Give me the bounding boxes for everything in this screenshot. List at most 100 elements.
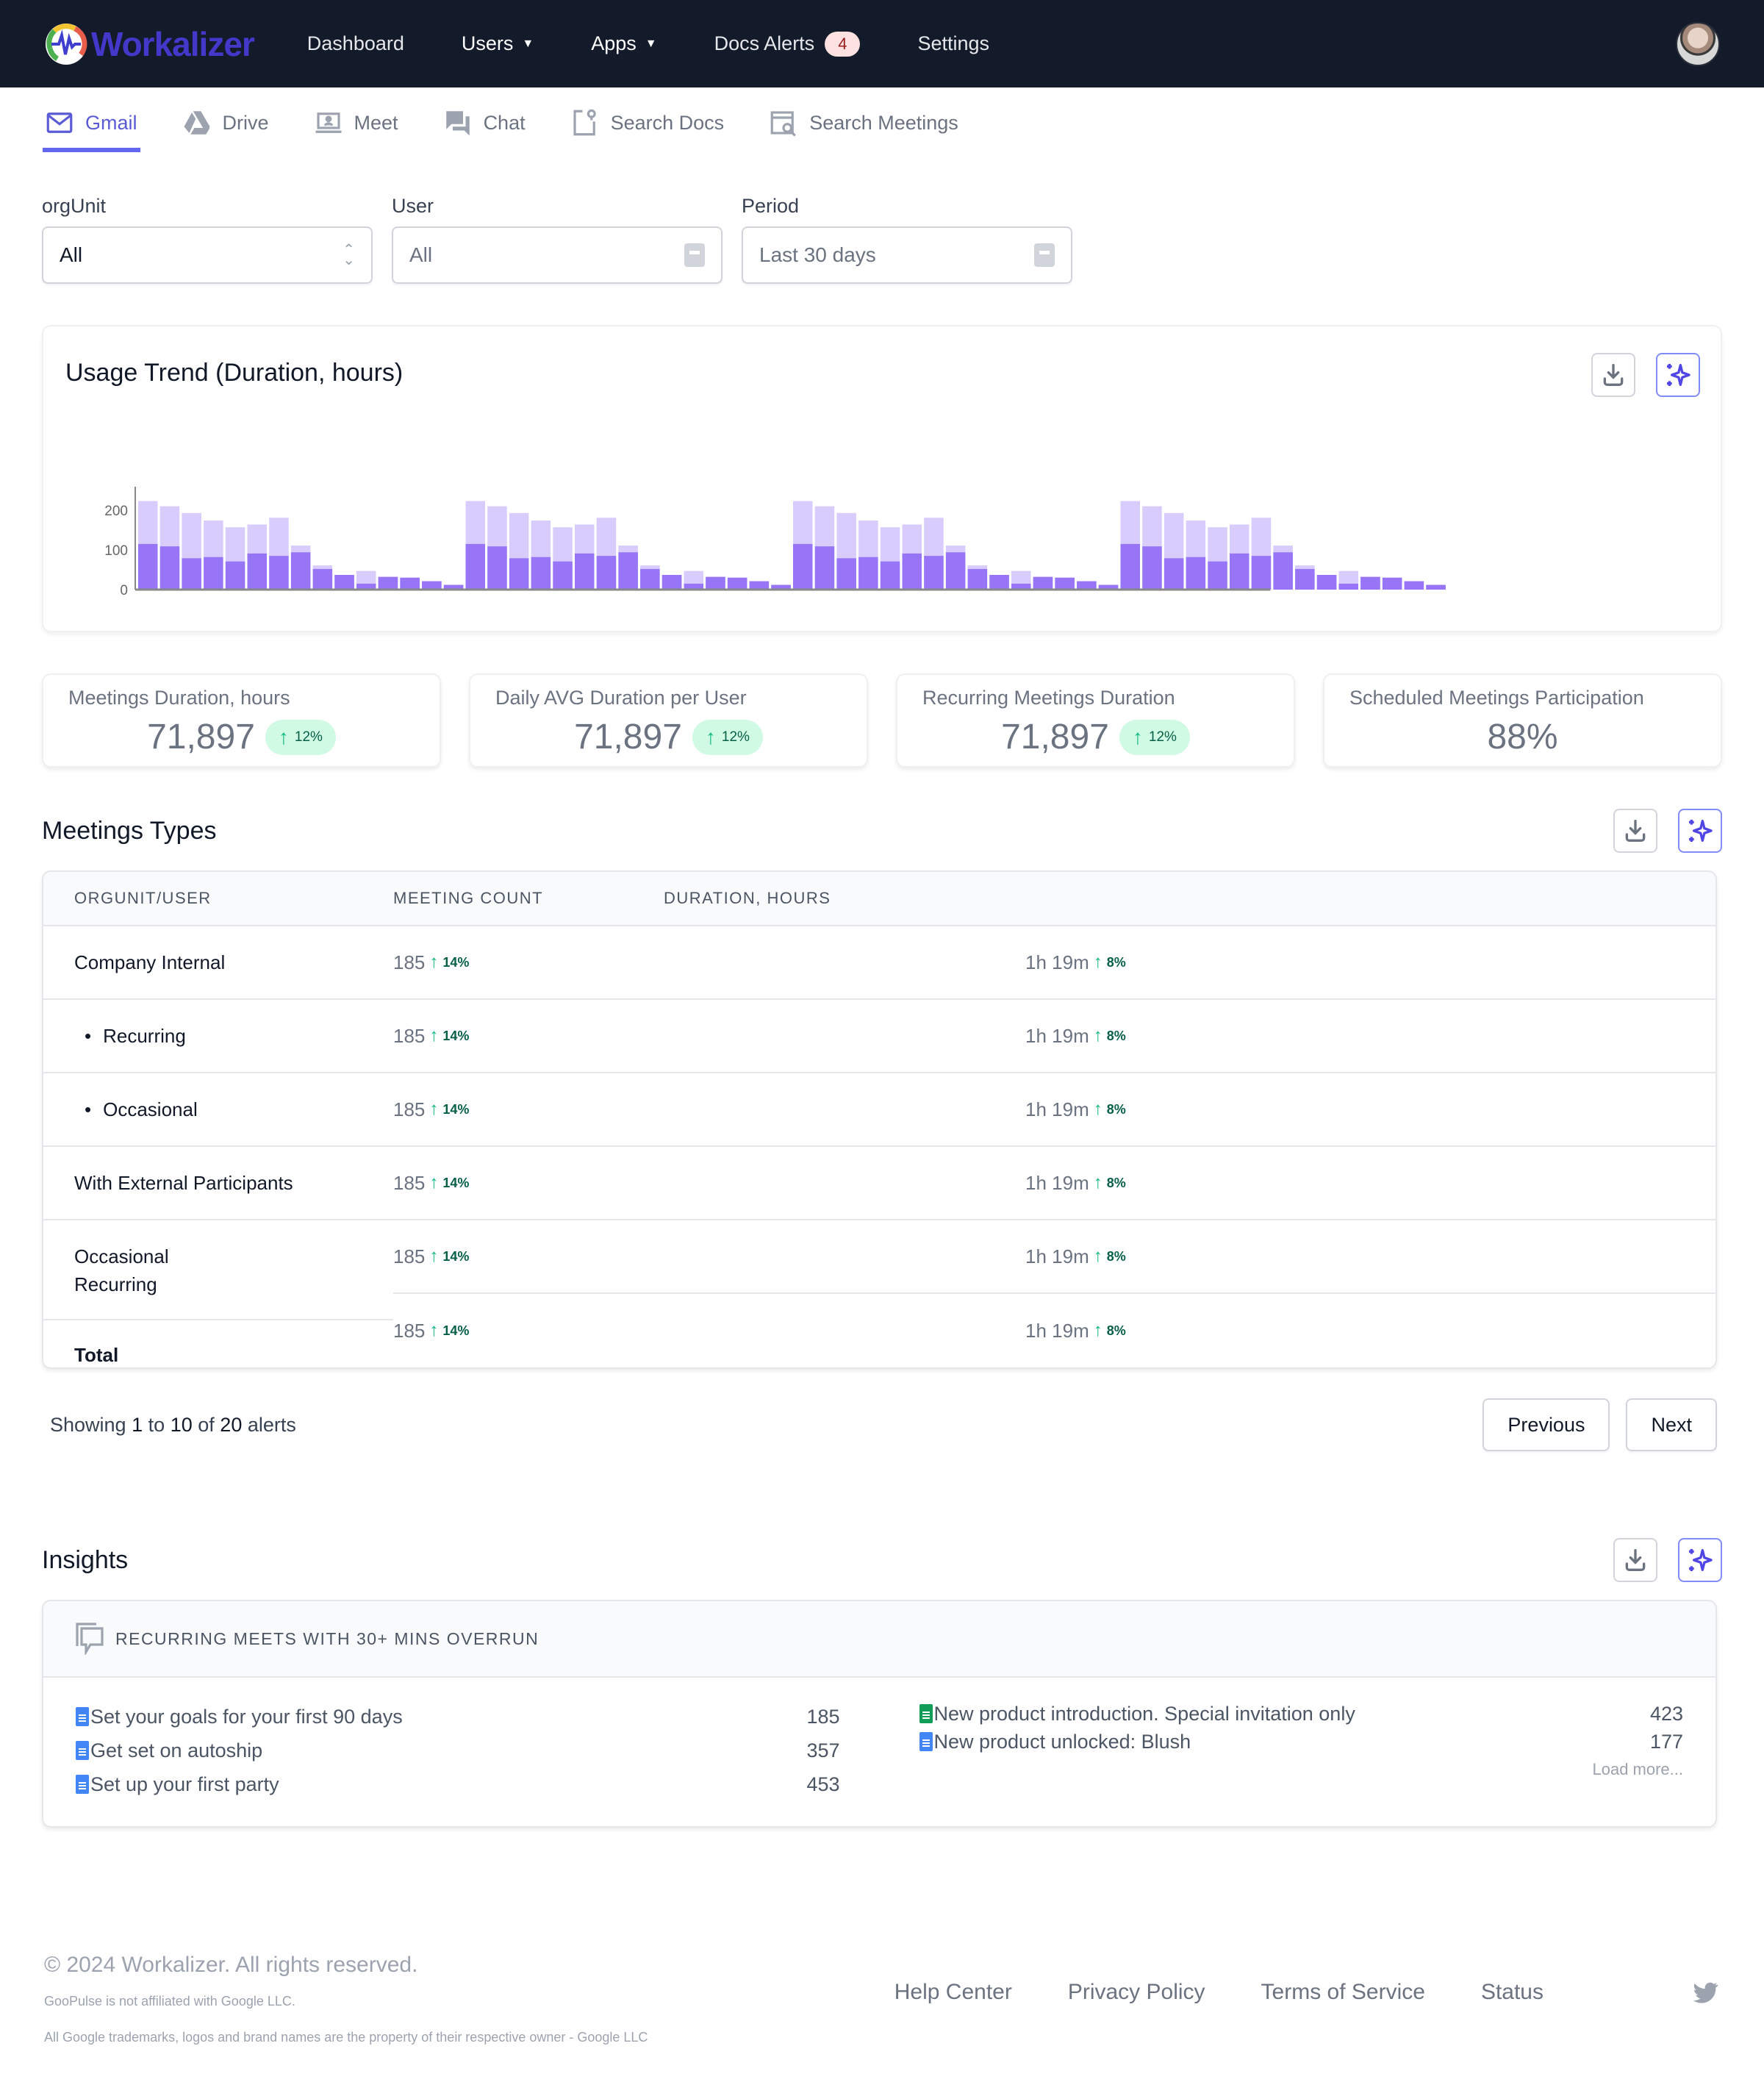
bar-part[interactable] bbox=[422, 581, 442, 590]
period-select[interactable]: Last 30 days bbox=[742, 226, 1072, 284]
bar-part[interactable] bbox=[706, 576, 725, 590]
user-select[interactable]: All bbox=[392, 226, 723, 284]
download-button[interactable] bbox=[1613, 1538, 1657, 1582]
user-avatar[interactable] bbox=[1676, 22, 1720, 66]
bar-part[interactable] bbox=[1382, 577, 1402, 590]
duration-value: 1h 19m bbox=[1025, 1024, 1089, 1047]
bar-part[interactable] bbox=[1360, 576, 1380, 590]
tab-drive[interactable]: Drive bbox=[182, 87, 269, 158]
nav-settings[interactable]: Settings bbox=[917, 32, 989, 55]
bar-part[interactable] bbox=[924, 556, 944, 590]
bar-part[interactable] bbox=[531, 557, 551, 590]
bar-part[interactable] bbox=[182, 558, 201, 590]
load-more-link[interactable]: Load more... bbox=[919, 1760, 1683, 1779]
twitter-icon[interactable] bbox=[1690, 1978, 1720, 2007]
terms-of-service-link[interactable]: Terms of Service bbox=[1261, 1980, 1425, 2005]
kpi-delta-badge: ↑ 12% bbox=[265, 719, 336, 755]
bar-part[interactable] bbox=[1164, 558, 1184, 590]
ai-insights-button[interactable] bbox=[1678, 809, 1722, 853]
insight-item[interactable]: Set up your first party 453 bbox=[76, 1767, 840, 1801]
bar-part[interactable] bbox=[793, 543, 813, 590]
bar-part[interactable] bbox=[1120, 543, 1141, 590]
bar-part[interactable] bbox=[596, 556, 617, 590]
bar-part[interactable] bbox=[575, 553, 595, 590]
insight-item[interactable]: Set your goals for your first 90 days 185 bbox=[76, 1700, 840, 1734]
insight-item[interactable]: Get set on autoship 357 bbox=[76, 1734, 840, 1767]
bar-part[interactable] bbox=[749, 581, 770, 590]
bar-part[interactable] bbox=[858, 557, 878, 590]
bar-part[interactable] bbox=[204, 557, 223, 590]
bar-part[interactable] bbox=[836, 558, 856, 590]
bar-part[interactable] bbox=[618, 552, 638, 590]
tab-gmail[interactable]: Gmail bbox=[43, 87, 140, 158]
bar-part[interactable] bbox=[1033, 576, 1053, 590]
bar-part[interactable] bbox=[290, 552, 311, 590]
bar-part[interactable] bbox=[553, 561, 573, 590]
bar-part[interactable] bbox=[159, 546, 180, 590]
brand-logo[interactable]: Workalizer bbox=[44, 22, 255, 66]
duration-value: 1h 19m bbox=[1025, 1319, 1089, 1342]
mail-icon bbox=[46, 112, 73, 133]
bar-part[interactable] bbox=[727, 577, 747, 590]
bar-part[interactable] bbox=[1077, 581, 1097, 590]
bar-part[interactable] bbox=[1316, 575, 1337, 590]
tab-chat[interactable]: Chat bbox=[442, 87, 526, 158]
bar-part[interactable] bbox=[1142, 546, 1162, 590]
bar-part[interactable] bbox=[509, 558, 529, 590]
ai-insights-button[interactable] bbox=[1678, 1538, 1722, 1582]
bar-part[interactable] bbox=[1295, 568, 1315, 590]
bar-part[interactable] bbox=[814, 546, 835, 590]
bar-part[interactable] bbox=[1230, 553, 1250, 590]
kpi-row: Meetings Duration, hours 71,897 ↑ 12% Dai… bbox=[42, 673, 1722, 768]
top-nav: Workalizer Dashboard Users ▼ Apps ▼ Docs A… bbox=[0, 0, 1764, 87]
kpi-value: 88% bbox=[1487, 718, 1558, 757]
count-value: 185 bbox=[393, 1245, 426, 1267]
insight-item[interactable]: New product unlocked: Blush 177 bbox=[919, 1728, 1683, 1756]
bar-part[interactable] bbox=[1273, 552, 1293, 590]
bar-part[interactable] bbox=[138, 543, 158, 590]
previous-button[interactable]: Previous bbox=[1482, 1398, 1610, 1451]
bar-part[interactable] bbox=[334, 575, 354, 590]
nav-docs-alerts[interactable]: Docs Alerts 4 bbox=[714, 31, 861, 57]
bar-part[interactable] bbox=[880, 561, 900, 590]
bar-part[interactable] bbox=[247, 553, 268, 590]
bar-part[interactable] bbox=[400, 577, 420, 590]
status-link[interactable]: Status bbox=[1481, 1980, 1544, 2005]
download-button[interactable] bbox=[1613, 809, 1657, 853]
tab-search-docs[interactable]: Search Docs bbox=[570, 87, 724, 158]
bar-part[interactable] bbox=[1251, 556, 1272, 590]
column-header-duration[interactable]: DURATION, HOURS bbox=[664, 889, 831, 908]
bar-part[interactable] bbox=[1404, 581, 1424, 590]
bar-part[interactable] bbox=[1186, 557, 1206, 590]
bar-part[interactable] bbox=[312, 568, 333, 590]
bar-part[interactable] bbox=[662, 575, 682, 590]
insight-item[interactable]: New product introduction. Special invita… bbox=[919, 1700, 1683, 1728]
bar-part[interactable] bbox=[487, 546, 507, 590]
help-center-link[interactable]: Help Center bbox=[894, 1980, 1012, 2005]
privacy-policy-link[interactable]: Privacy Policy bbox=[1068, 1980, 1205, 2005]
kpi-label: Daily AVG Duration per User bbox=[495, 687, 747, 709]
bar-part[interactable] bbox=[225, 561, 245, 590]
bar-part[interactable] bbox=[269, 556, 289, 590]
orgunit-select[interactable]: All ⌃ ⌄ bbox=[42, 226, 373, 284]
column-header-count[interactable]: MEETING COUNT bbox=[393, 889, 664, 908]
bar-part[interactable] bbox=[640, 568, 660, 590]
bar-part[interactable] bbox=[945, 552, 966, 590]
nav-apps[interactable]: Apps ▼ bbox=[591, 32, 656, 55]
bar-part[interactable] bbox=[967, 568, 988, 590]
bar-part[interactable] bbox=[1426, 584, 1446, 590]
nav-users[interactable]: Users ▼ bbox=[462, 32, 534, 55]
tab-search-meetings[interactable]: Search Meetings bbox=[768, 87, 958, 158]
tab-meet[interactable]: Meet bbox=[313, 87, 398, 158]
bar-part[interactable] bbox=[378, 576, 398, 590]
bar-part[interactable] bbox=[465, 543, 486, 590]
bar-part[interactable] bbox=[1338, 583, 1359, 590]
nav-dashboard[interactable]: Dashboard bbox=[307, 32, 404, 55]
next-button[interactable]: Next bbox=[1626, 1398, 1717, 1451]
bar-part[interactable] bbox=[989, 575, 1009, 590]
column-header-orgunit[interactable]: ORGUNIT/USER bbox=[43, 889, 393, 908]
footer-links: Help Center Privacy Policy Terms of Serv… bbox=[894, 1978, 1720, 2007]
bar-part[interactable] bbox=[1055, 577, 1075, 590]
bar-part[interactable] bbox=[902, 553, 922, 590]
bar-part[interactable] bbox=[1208, 561, 1227, 590]
